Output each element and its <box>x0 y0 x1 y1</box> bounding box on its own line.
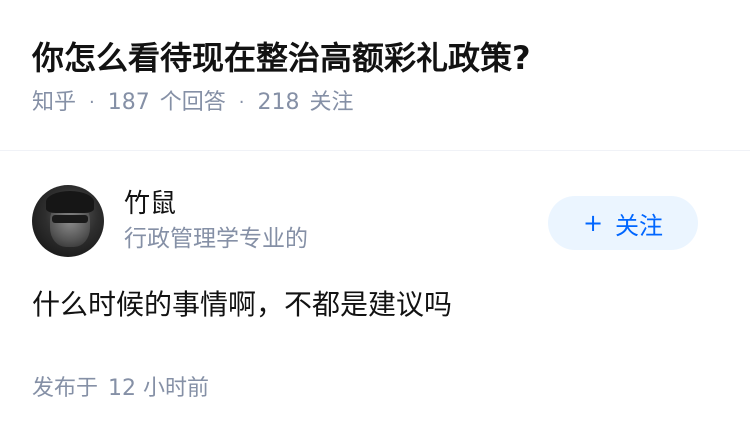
author-row: 竹鼠 行政管理学专业的 + 关注 <box>32 184 698 258</box>
question-meta: 知乎 · 187 个回答 · 218 关注 <box>32 86 730 120</box>
published-label: 发布于 <box>32 376 99 401</box>
answer-count: 187 <box>107 90 150 115</box>
avatar-glasses-shape <box>52 215 88 223</box>
separator-dot: · <box>89 92 95 113</box>
answer-count-label: 个回答 <box>159 90 226 115</box>
avatar-hair-shape <box>46 191 94 213</box>
answer-publish-time: 发布于 12 小时前 <box>32 372 209 406</box>
avatar[interactable] <box>32 185 104 257</box>
answer-card: 竹鼠 行政管理学专业的 + 关注 什么时候的事情啊，不都是建议吗 <box>32 184 698 326</box>
question-header: 你怎么看待现在整治高额彩礼政策? 知乎 · 187 个回答 · 218 关注 <box>32 34 730 120</box>
separator-dot: · <box>238 92 245 113</box>
author-info: 竹鼠 行政管理学专业的 <box>124 186 548 256</box>
follower-count: 218 <box>257 90 300 115</box>
follow-button-label: 关注 <box>615 211 664 240</box>
question-title[interactable]: 你怎么看待现在整治高额彩礼政策? <box>32 34 730 82</box>
follow-button[interactable]: + 关注 <box>548 196 698 250</box>
source-label[interactable]: 知乎 <box>32 86 76 120</box>
answer-content[interactable]: 什么时候的事情啊，不都是建议吗 <box>32 284 698 326</box>
follower-count-label: 关注 <box>309 90 354 115</box>
author-name[interactable]: 竹鼠 <box>124 186 548 222</box>
published-time: 12 小时前 <box>108 376 210 401</box>
plus-icon: + <box>582 209 604 237</box>
author-bio: 行政管理学专业的 <box>124 226 308 252</box>
section-divider <box>0 150 750 151</box>
